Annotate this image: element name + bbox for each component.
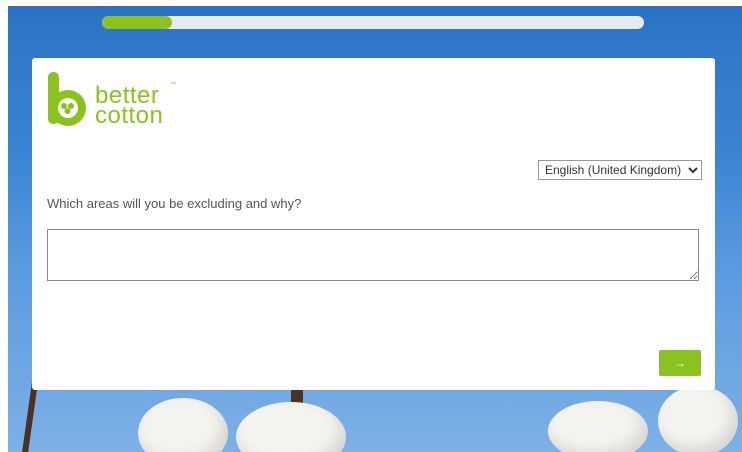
progress-bar: [102, 16, 644, 29]
logo-wordmark: better cotton: [95, 84, 164, 129]
language-select[interactable]: English (United Kingdom): [538, 160, 702, 180]
cotton-boll: [138, 398, 228, 452]
cotton-boll: [236, 402, 346, 452]
survey-card: better cotton ™ English (United Kingdom)…: [32, 58, 715, 390]
cotton-boll: [548, 401, 648, 452]
arrow-right-icon: →: [674, 356, 686, 370]
progress-fill: [102, 16, 173, 29]
question-label: Which areas will you be excluding and wh…: [47, 196, 302, 211]
logo-line-cotton: cotton: [95, 102, 164, 129]
trademark-symbol: ™: [170, 82, 176, 88]
cotton-boll: [658, 386, 738, 452]
better-cotton-logo: better cotton ™: [46, 68, 196, 132]
logo-b-mark-icon: [48, 72, 86, 126]
answer-textarea[interactable]: [47, 229, 699, 281]
next-button[interactable]: →: [659, 350, 701, 376]
